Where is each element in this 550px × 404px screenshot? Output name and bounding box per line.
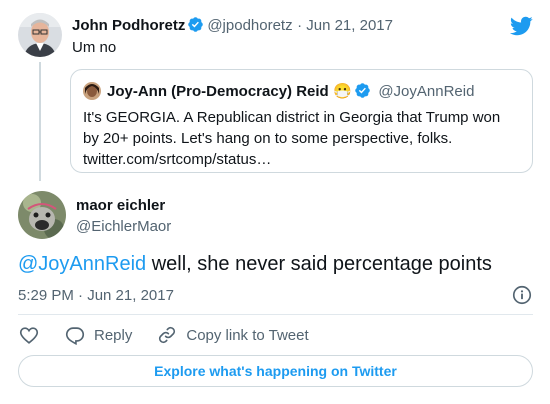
verified-badge-icon xyxy=(188,17,204,32)
reply-button[interactable]: Reply xyxy=(64,324,132,346)
quoted-text-line: by 20+ points. Let's hang on to some per… xyxy=(83,130,453,147)
parent-author-avatar[interactable] xyxy=(18,13,62,57)
twitter-logo-icon[interactable] xyxy=(509,14,533,38)
mention-link[interactable]: @JoyAnnReid xyxy=(18,253,146,275)
thread-connector-line xyxy=(39,62,41,181)
quoted-author-avatar xyxy=(83,82,101,100)
author-avatar[interactable] xyxy=(18,191,66,239)
tweet-text: @JoyAnnReid well, she never said percent… xyxy=(18,253,492,276)
mask-emoji-icon: 😷 xyxy=(333,83,352,100)
tweet-text-body: well, she never said percentage points xyxy=(146,253,492,275)
parent-tweet-header: John Podhoretz @jpodhoretz · Jun 21, 2017 xyxy=(72,16,393,35)
tweet-embed-card: John Podhoretz @jpodhoretz · Jun 21, 2017… xyxy=(0,0,550,404)
parent-tweet-date[interactable]: · Jun 21, 2017 xyxy=(297,17,393,34)
heart-icon xyxy=(19,327,39,344)
tweet-timestamp[interactable]: 5:29 PM · Jun 21, 2017 xyxy=(18,287,174,304)
verified-badge-icon xyxy=(355,83,370,98)
quoted-link-text: twitter.com/srtcomp/status… xyxy=(83,151,272,168)
link-icon xyxy=(159,326,176,344)
quoted-tweet-text: It's GEORGIA. A Republican district in G… xyxy=(83,107,523,170)
quoted-author-handle: @JoyAnnReid xyxy=(378,83,475,100)
reply-label: Reply xyxy=(94,326,133,344)
author-name[interactable]: maor eichler xyxy=(76,197,165,214)
author-handle[interactable]: @EichlerMaor xyxy=(76,218,171,235)
parent-tweet-text: Um no xyxy=(72,39,117,56)
reply-icon xyxy=(65,327,85,346)
like-button[interactable] xyxy=(18,324,40,346)
parent-author-name[interactable]: John Podhoretz xyxy=(72,17,185,34)
info-icon[interactable] xyxy=(511,284,533,306)
action-bar: Reply Copy link to Tweet xyxy=(18,324,309,346)
quoted-tweet[interactable]: Joy-Ann (Pro-Democracy) Reid 😷 @JoyAnnRe… xyxy=(70,69,533,173)
explore-twitter-button[interactable]: Explore what's happening on Twitter xyxy=(18,355,533,387)
quoted-author-name: Joy-Ann (Pro-Democracy) Reid xyxy=(107,83,329,100)
copy-link-label: Copy link to Tweet xyxy=(186,326,309,344)
copy-link-button[interactable]: Copy link to Tweet xyxy=(156,324,309,346)
quoted-text-line: It's GEORGIA. A Republican district in G… xyxy=(83,109,501,126)
quoted-tweet-header: Joy-Ann (Pro-Democracy) Reid 😷 @JoyAnnRe… xyxy=(107,82,474,101)
parent-author-handle[interactable]: @jpodhoretz xyxy=(207,17,292,34)
divider xyxy=(18,314,533,315)
